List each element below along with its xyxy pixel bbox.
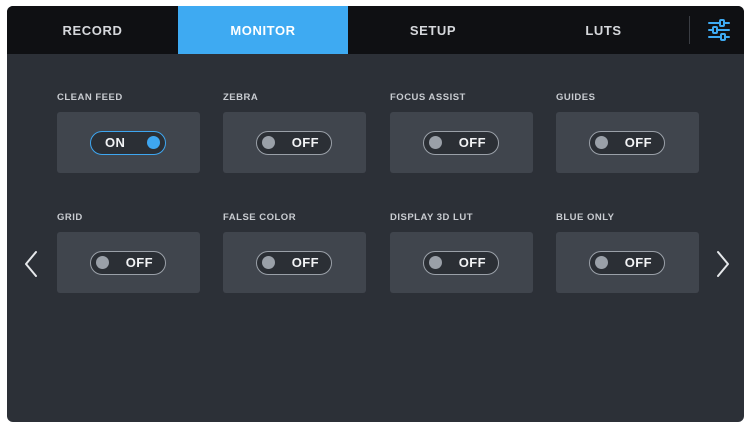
toggle-knob [429,256,442,269]
option-label: GRID [57,212,83,223]
false-color-toggle[interactable]: OFF [256,251,332,275]
option-label: GUIDES [556,92,596,103]
toggle-state: OFF [291,135,319,150]
monitor-screen: RECORD MONITOR SETUP LUTS CLEAN FEED ON … [7,6,744,422]
option-card[interactable]: OFF [556,112,699,173]
chevron-left-icon [25,251,37,277]
option-label: FALSE COLOR [223,212,297,223]
option-card[interactable]: OFF [223,112,366,173]
prev-page-button[interactable] [20,246,42,282]
option-label: FOCUS ASSIST [390,92,466,103]
toggle-state: OFF [458,255,486,270]
toggle-state: OFF [624,135,652,150]
zebra-toggle[interactable]: OFF [256,131,332,155]
toggle-knob [595,256,608,269]
option-label: ZEBRA [223,92,259,103]
option-label: CLEAN FEED [57,92,123,103]
toggle-knob [96,256,109,269]
monitor-options: CLEAN FEED ON ZEBRA OFF FOCUS ASSIST OFF… [7,54,744,422]
toggle-knob [262,256,275,269]
toggle-state: OFF [291,255,319,270]
chevron-right-icon [717,251,729,277]
tab-setup[interactable]: SETUP [348,6,518,54]
option-card[interactable]: OFF [390,112,533,173]
grid-toggle[interactable]: OFF [90,251,166,275]
toggle-state: ON [105,135,126,150]
guides-toggle[interactable]: OFF [589,131,665,155]
tab-luts[interactable]: LUTS [518,6,689,54]
option-label: DISPLAY 3D LUT [390,212,474,223]
toggle-state: OFF [624,255,652,270]
toggle-state: OFF [458,135,486,150]
clean-feed-toggle[interactable]: ON [90,131,166,155]
option-card[interactable]: OFF [57,232,200,293]
next-page-button[interactable] [712,246,734,282]
settings-button[interactable] [706,17,732,43]
option-card[interactable]: OFF [556,232,699,293]
option-label: BLUE ONLY [556,212,615,223]
display-3d-lut-toggle[interactable]: OFF [423,251,499,275]
option-card[interactable]: OFF [223,232,366,293]
focus-assist-toggle[interactable]: OFF [423,131,499,155]
toggle-knob [262,136,275,149]
toggle-state: OFF [125,255,153,270]
option-card[interactable]: ON [57,112,200,173]
toggle-knob [595,136,608,149]
tab-record[interactable]: RECORD [7,6,178,54]
toggle-knob [147,136,160,149]
sliders-icon [708,19,730,41]
blue-only-toggle[interactable]: OFF [589,251,665,275]
option-card[interactable]: OFF [390,232,533,293]
toggle-knob [429,136,442,149]
tab-divider [689,16,690,44]
tab-bar: RECORD MONITOR SETUP LUTS [7,6,744,54]
tab-monitor[interactable]: MONITOR [178,6,348,54]
